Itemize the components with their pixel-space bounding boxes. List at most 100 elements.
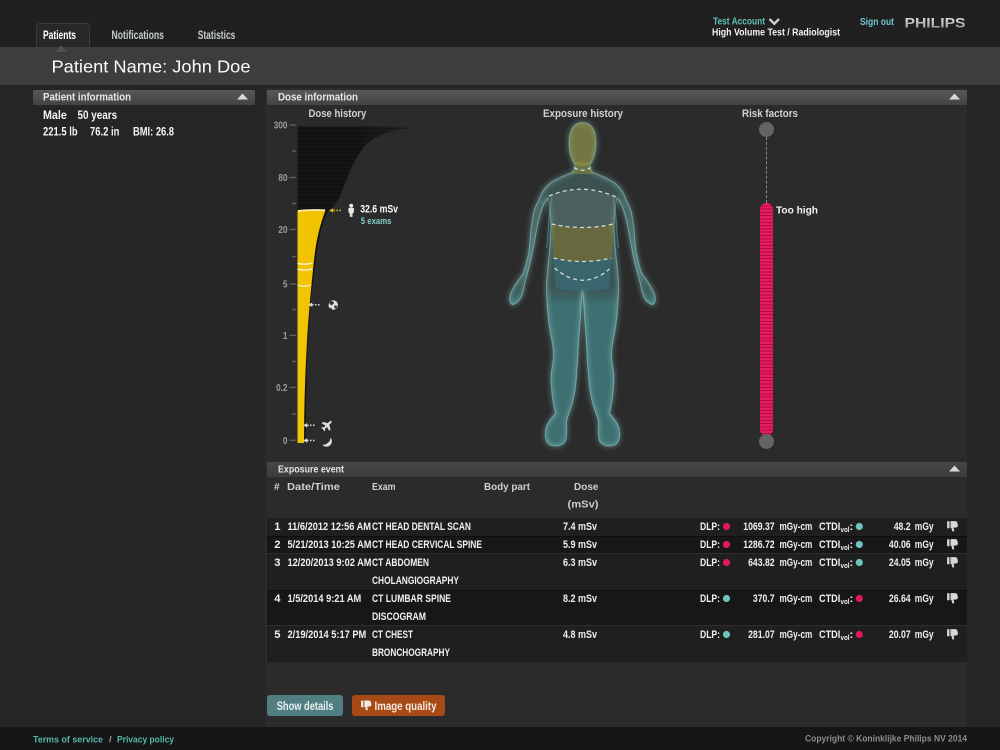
svg-text:/: /: [109, 735, 112, 746]
svg-text:Male: Male: [43, 108, 67, 122]
svg-text:7.4 mSv: 7.4 mSv: [563, 521, 598, 533]
svg-text:Exposure event: Exposure event: [278, 464, 344, 476]
svg-text:mGy: mGy: [915, 521, 934, 533]
svg-text:221.5 lb: 221.5 lb: [43, 125, 78, 139]
svg-text:76.2 in: 76.2 in: [90, 125, 119, 139]
svg-text:Privacy policy: Privacy policy: [117, 735, 175, 746]
svg-text:1/5/2014 9:21 AM: 1/5/2014 9:21 AM: [288, 593, 362, 605]
svg-text:BMI: 26.8: BMI: 26.8: [133, 125, 174, 139]
svg-text:CTDI: CTDI: [819, 539, 840, 551]
svg-text:Patient information: Patient information: [43, 92, 131, 104]
svg-text:Exam: Exam: [372, 482, 396, 493]
svg-text:CTDI: CTDI: [819, 521, 840, 533]
svg-text:Patients: Patients: [43, 28, 76, 42]
svg-text:mGy: mGy: [915, 539, 934, 551]
svg-text:DLP:: DLP:: [700, 521, 720, 533]
svg-text:CTDI: CTDI: [819, 557, 840, 569]
svg-text:370.7: 370.7: [753, 593, 775, 605]
svg-text:mGy: mGy: [915, 593, 934, 605]
svg-text:CT HEAD DENTAL SCAN: CT HEAD DENTAL SCAN: [372, 521, 471, 533]
svg-text:11/6/2012 12:56 AM: 11/6/2012 12:56 AM: [288, 521, 372, 533]
svg-text:mGy-cm: mGy-cm: [780, 629, 813, 641]
svg-text:DLP:: DLP:: [700, 539, 720, 551]
svg-text:20.07: 20.07: [889, 629, 911, 641]
svg-text:CT LUMBAR SPINE: CT LUMBAR SPINE: [372, 593, 451, 605]
svg-text:vol: vol: [841, 561, 850, 570]
svg-text:Test Account: Test Account: [713, 16, 766, 27]
svg-text:Patient Name: John Doe: Patient Name: John Doe: [52, 57, 251, 77]
svg-text:5: 5: [283, 280, 288, 291]
svg-text:3: 3: [274, 557, 280, 569]
svg-text:vol: vol: [841, 597, 850, 606]
svg-text:0.2: 0.2: [276, 383, 288, 394]
svg-text::: :: [850, 539, 854, 551]
svg-text:12/20/2013 9:02 AM: 12/20/2013 9:02 AM: [288, 557, 372, 569]
svg-text:Dose history: Dose history: [309, 108, 368, 120]
svg-text:Date/Time: Date/Time: [287, 482, 340, 493]
svg-text:300: 300: [274, 121, 288, 132]
svg-text:Notifications: Notifications: [112, 28, 165, 42]
svg-text:32.6 mSv: 32.6 mSv: [360, 203, 398, 215]
svg-text:4.8 mSv: 4.8 mSv: [563, 629, 598, 641]
svg-text:1: 1: [283, 331, 288, 342]
svg-text:CT CHEST: CT CHEST: [372, 629, 413, 641]
svg-text:48.2: 48.2: [894, 521, 911, 533]
svg-text:mGy-cm: mGy-cm: [780, 539, 813, 551]
svg-text:Dose: Dose: [574, 482, 599, 493]
svg-text:20: 20: [278, 225, 287, 236]
svg-text:0: 0: [283, 436, 288, 447]
svg-text:80: 80: [278, 173, 287, 184]
svg-text:4: 4: [274, 593, 281, 605]
svg-text:mGy-cm: mGy-cm: [780, 521, 813, 533]
svg-text:mGy-cm: mGy-cm: [780, 593, 813, 605]
svg-text:24.05: 24.05: [889, 557, 911, 569]
svg-text:Sign out: Sign out: [860, 16, 894, 28]
svg-text:2/19/2014 5:17 PM: 2/19/2014 5:17 PM: [288, 629, 367, 641]
svg-text::: :: [850, 557, 854, 569]
svg-text:Exposure history: Exposure history: [543, 108, 624, 120]
svg-text:(mSv): (mSv): [568, 500, 599, 511]
svg-text::: :: [850, 629, 854, 641]
svg-text:PHILIPS: PHILIPS: [905, 16, 966, 31]
svg-text:Statistics: Statistics: [198, 28, 236, 42]
svg-text:vol: vol: [841, 525, 850, 534]
svg-text:DLP:: DLP:: [700, 557, 720, 569]
svg-text:Terms of service: Terms of service: [33, 735, 103, 746]
svg-text:DISCOGRAM: DISCOGRAM: [372, 611, 426, 623]
svg-text::: :: [850, 593, 854, 605]
svg-text:5/21/2013 10:25 AM: 5/21/2013 10:25 AM: [288, 539, 372, 551]
svg-text:vol: vol: [841, 543, 850, 552]
svg-text:50 years: 50 years: [78, 108, 118, 122]
svg-text:Body part: Body part: [484, 482, 531, 493]
svg-text:281.07: 281.07: [748, 629, 775, 641]
svg-text:Copyright © Koninklijke Philip: Copyright © Koninklijke Philips NV 2014: [805, 733, 968, 744]
svg-text:CTDI: CTDI: [819, 629, 840, 641]
svg-text:Dose information: Dose information: [278, 92, 358, 104]
svg-text:DLP:: DLP:: [700, 629, 720, 641]
svg-text:Show details: Show details: [277, 701, 334, 713]
svg-text:40.06: 40.06: [889, 539, 911, 551]
svg-text:5 exams: 5 exams: [361, 216, 392, 227]
svg-text:mGy: mGy: [915, 557, 934, 569]
svg-text:DLP:: DLP:: [700, 593, 720, 605]
svg-text:High Volume Test / Radiologist: High Volume Test / Radiologist: [712, 27, 841, 38]
svg-text:1286.72: 1286.72: [743, 539, 774, 551]
svg-text:2: 2: [274, 539, 280, 551]
svg-text::: :: [850, 521, 854, 533]
svg-text:BRONCHOGRAPHY: BRONCHOGRAPHY: [372, 647, 450, 659]
svg-text:643.82: 643.82: [748, 557, 775, 569]
svg-text:Image quality: Image quality: [375, 701, 438, 713]
svg-text:CT HEAD CERVICAL SPINE: CT HEAD CERVICAL SPINE: [372, 539, 482, 551]
svg-text:vol: vol: [841, 633, 850, 642]
svg-text:8.2 mSv: 8.2 mSv: [563, 593, 598, 605]
svg-text:Too high: Too high: [776, 205, 818, 217]
svg-text:CHOLANGIOGRAPHY: CHOLANGIOGRAPHY: [372, 575, 459, 587]
svg-text:CT ABDOMEN: CT ABDOMEN: [372, 557, 429, 569]
svg-text:mGy: mGy: [915, 629, 934, 641]
svg-text:26.64: 26.64: [889, 593, 911, 605]
svg-text:1069.37: 1069.37: [743, 521, 774, 533]
svg-text:1: 1: [274, 521, 280, 533]
svg-text:mGy-cm: mGy-cm: [780, 557, 813, 569]
svg-text:#: #: [274, 482, 280, 493]
svg-text:5: 5: [274, 629, 280, 641]
